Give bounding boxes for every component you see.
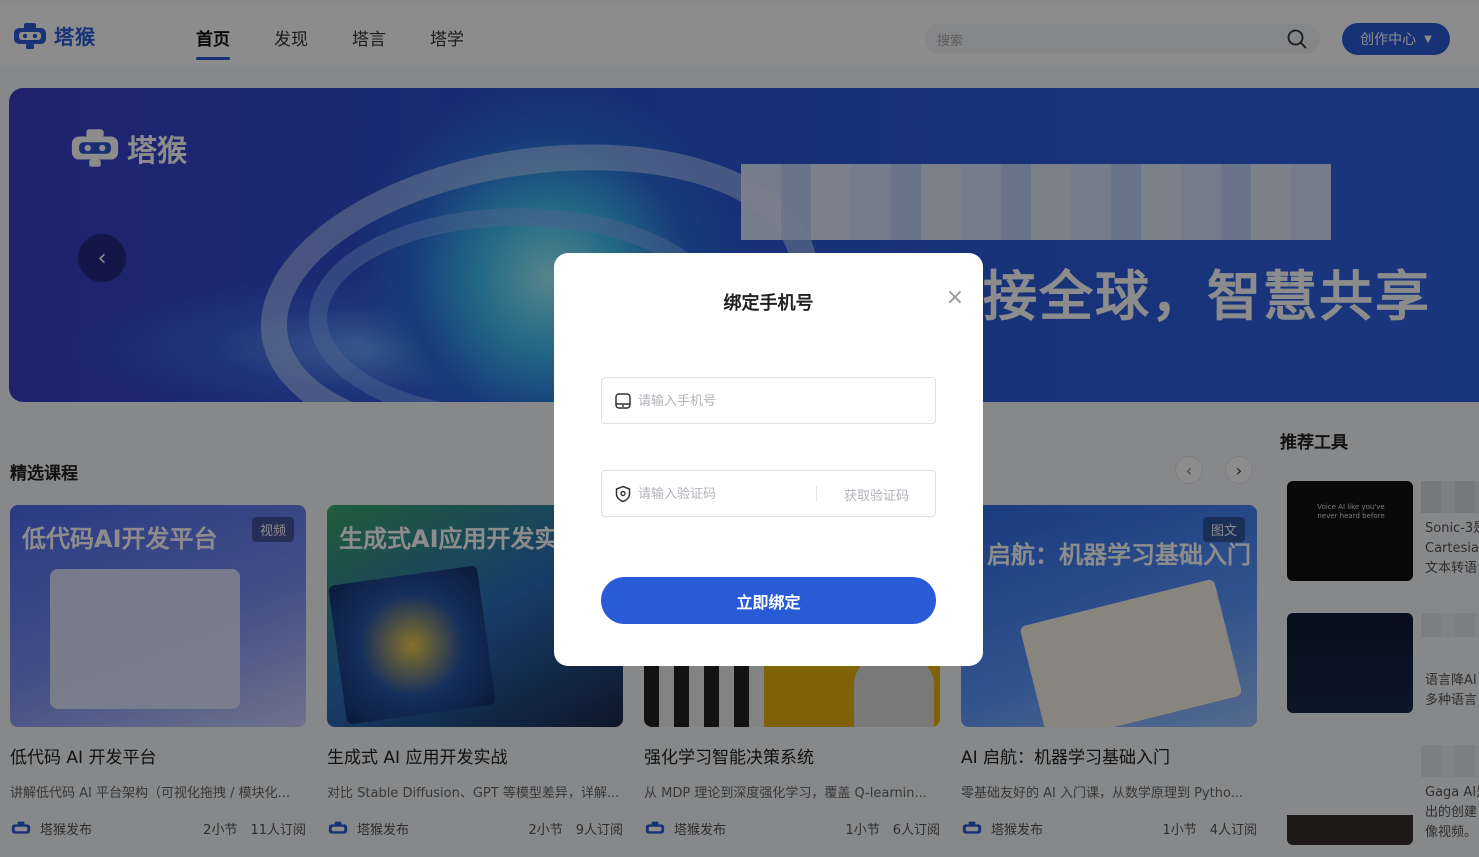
bind-phone-dialog: 绑定手机号 × 获取验证码 立即绑定 (554, 253, 983, 666)
phone-input[interactable] (638, 388, 818, 414)
dialog-title: 绑定手机号 (723, 293, 814, 314)
bind-now-button[interactable]: 立即绑定 (601, 577, 936, 624)
code-field[interactable]: 获取验证码 (601, 470, 936, 517)
shield-icon (615, 485, 631, 503)
close-icon[interactable]: × (945, 285, 965, 310)
phone-field[interactable] (601, 377, 936, 424)
field-divider (816, 486, 817, 502)
phone-icon (615, 393, 631, 409)
verification-code-input[interactable] (638, 481, 818, 507)
get-code-button[interactable]: 获取验证码 (844, 485, 909, 504)
